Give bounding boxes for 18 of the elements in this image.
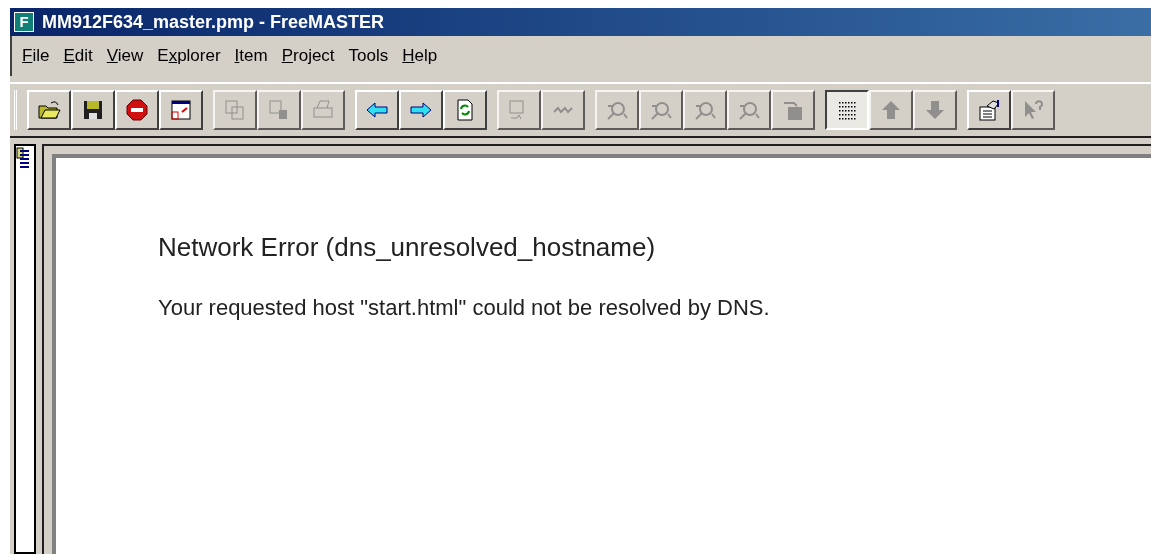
stop-sign-icon [125,98,149,122]
menu-item[interactable]: Tools [342,43,395,69]
menu-item[interactable]: Explorer [151,43,227,69]
menu-item[interactable]: Project [275,43,341,69]
menu-item[interactable]: Edit [57,43,99,69]
menu-item[interactable]: View [100,43,150,69]
properties-icon [977,98,1001,122]
menu-item[interactable]: File [16,43,56,69]
copy-icon [223,98,247,122]
error-heading: Network Error (dns_unresolved_hostname) [158,231,657,264]
window-icon [169,98,193,122]
menu-item[interactable]: Item [228,43,274,69]
menu-item[interactable]: Help [396,43,444,69]
app-logo: F [14,12,34,32]
folder-icon [37,98,61,122]
toolbar-button[interactable] [825,90,869,130]
window-title: MM912F634_master.pmp - FreeMASTER [42,10,385,34]
error-message: Your requested host "start.html" could not be resolved by DNS. [158,294,771,322]
